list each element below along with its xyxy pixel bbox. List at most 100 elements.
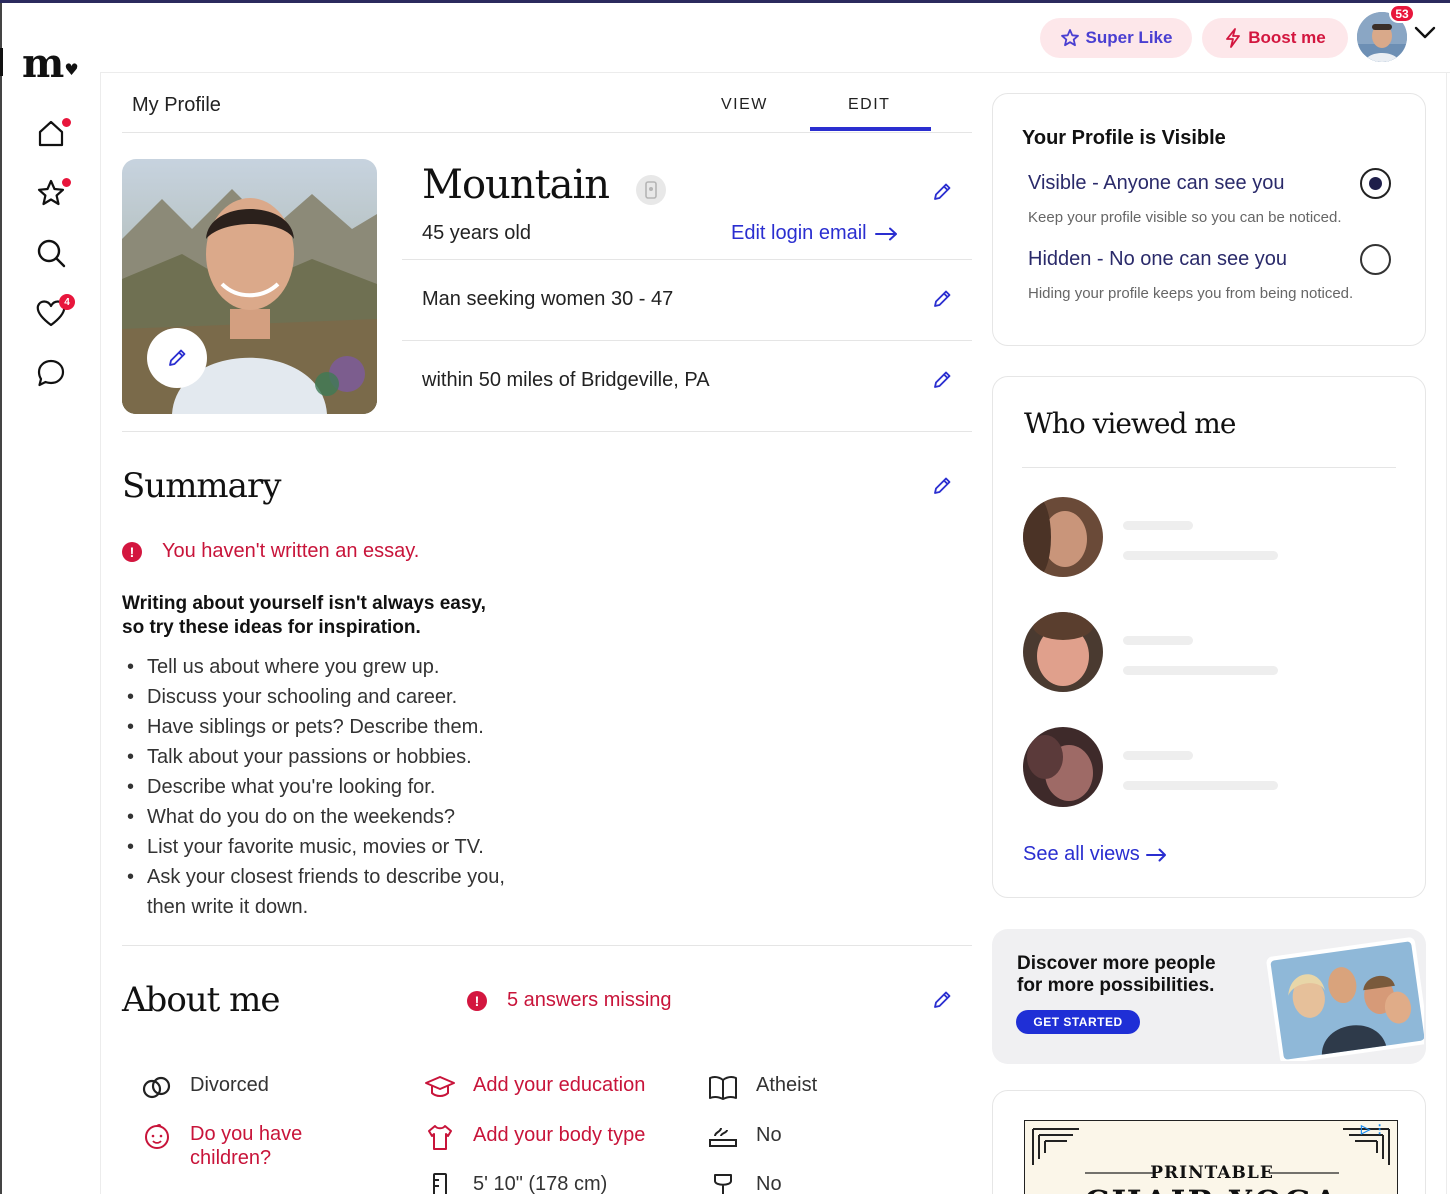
- verify-badge[interactable]: [636, 175, 666, 205]
- who-viewed-title: Who viewed me: [1024, 407, 1236, 440]
- get-started-button[interactable]: GET STARTED: [1016, 1010, 1140, 1034]
- children-prompt-line: Do you have: [190, 1123, 303, 1145]
- about-body-type[interactable]: Add your body type: [423, 1123, 645, 1151]
- tip-item: List your favorite music, movies or TV.: [127, 832, 547, 862]
- viewer-detail-placeholder: [1123, 551, 1278, 560]
- viewer-name-placeholder: [1123, 751, 1193, 760]
- baby-icon: [140, 1122, 174, 1150]
- favorites-notification-dot: [62, 178, 71, 187]
- see-all-views-link[interactable]: See all views: [1023, 843, 1168, 866]
- relationship-status-value: Divorced: [190, 1074, 269, 1096]
- super-like-button[interactable]: Super Like: [1040, 18, 1192, 58]
- section-divider: [122, 431, 972, 432]
- children-prompt-line: children?: [190, 1147, 272, 1169]
- pencil-icon: [934, 290, 951, 307]
- nav-search[interactable]: [34, 236, 68, 270]
- tips-heading-line: Writing about yourself isn't always easy…: [122, 593, 486, 614]
- hidden-radio[interactable]: [1360, 244, 1391, 275]
- pencil-icon: [934, 183, 951, 200]
- tip-item: Describe what you're looking for.: [127, 772, 547, 802]
- search-icon: [37, 239, 66, 268]
- summary-title: Summary: [122, 466, 281, 506]
- ad-choices-icon[interactable]: ▷ ⋮: [1361, 1122, 1386, 1136]
- tip-item-continued: then write it down.: [147, 896, 309, 918]
- photo-edit-button[interactable]: [147, 328, 207, 388]
- site-logo[interactable]: m♥: [22, 40, 79, 87]
- height-value: 5' 10" (178 cm): [473, 1173, 608, 1194]
- boost-label: Boost me: [1248, 28, 1326, 47]
- viewer-avatar[interactable]: [1023, 497, 1103, 577]
- body-type-prompt: Add your body type: [473, 1124, 646, 1146]
- nav-messages[interactable]: [34, 356, 68, 390]
- book-icon: [706, 1073, 740, 1101]
- tip-item: Discuss your schooling and career.: [127, 682, 547, 712]
- edit-name-button[interactable]: [931, 181, 953, 203]
- tips-heading-line: so try these ideas for inspiration.: [122, 617, 421, 638]
- tip-item: Ask your closest friends to describe you…: [127, 862, 547, 892]
- lightning-icon: [1226, 28, 1241, 48]
- about-children[interactable]: Do you have children?: [140, 1122, 302, 1170]
- ad-banner[interactable]: PRINTABLE CHAIR YOGA: [1024, 1120, 1398, 1194]
- who-viewed-divider: [1022, 467, 1396, 468]
- edit-login-email-link[interactable]: Edit login email: [731, 222, 899, 245]
- row-divider: [402, 340, 972, 341]
- logo-letter: m: [22, 40, 64, 87]
- about-religion[interactable]: Atheist: [706, 1073, 817, 1101]
- page-title: My Profile: [132, 94, 221, 116]
- edit-summary-button[interactable]: [931, 475, 953, 497]
- visibility-title: Your Profile is Visible: [1022, 127, 1226, 149]
- about-education[interactable]: Add your education: [423, 1073, 645, 1101]
- blurred-avatar: [1023, 727, 1103, 807]
- about-relationship-status[interactable]: Divorced: [140, 1073, 269, 1101]
- visibility-hidden-label[interactable]: Hidden - No one can see you: [1028, 248, 1287, 271]
- radio-selected-dot: [1369, 177, 1382, 190]
- about-height[interactable]: 5' 10" (178 cm): [423, 1172, 607, 1194]
- logo-heart-icon: ♥: [64, 60, 78, 79]
- tip-item: Talk about your passions or hobbies.: [127, 742, 547, 772]
- tip-item: Tell us about where you grew up.: [127, 652, 547, 682]
- profile-age: 45 years old: [422, 222, 531, 244]
- visible-radio[interactable]: [1360, 168, 1391, 199]
- tab-view[interactable]: VIEW: [721, 96, 768, 114]
- about-smoking[interactable]: No: [706, 1123, 782, 1151]
- window-left-border: [0, 3, 2, 1194]
- nav-favorites[interactable]: [34, 176, 71, 210]
- chevron-down-icon: [1414, 26, 1436, 39]
- window-top-border: [0, 0, 1450, 3]
- viewer-avatar[interactable]: [1023, 727, 1103, 807]
- boost-button[interactable]: Boost me: [1202, 18, 1348, 58]
- rings-icon: [140, 1073, 174, 1101]
- section-divider: [122, 945, 972, 946]
- nav-home[interactable]: [34, 116, 71, 150]
- pencil-icon: [934, 991, 951, 1008]
- ruler-icon: [423, 1172, 457, 1194]
- viewer-name-placeholder: [1123, 521, 1193, 530]
- shirt-icon: [423, 1123, 457, 1151]
- account-menu-toggle[interactable]: [1414, 26, 1436, 45]
- visibility-visible-label[interactable]: Visible - Anyone can see you: [1028, 172, 1284, 195]
- tips-list: Tell us about where you grew up. Discuss…: [127, 652, 547, 922]
- chat-icon: [37, 359, 65, 387]
- wine-glass-icon: [706, 1172, 740, 1194]
- visibility-hidden-description: Hiding your profile keeps you from being…: [1028, 285, 1354, 302]
- tip-item: Have siblings or pets? Describe them.: [127, 712, 547, 742]
- answers-missing-alert[interactable]: 5 answers missing: [507, 989, 672, 1012]
- notification-count-badge: 53: [1389, 4, 1415, 23]
- viewer-name-placeholder: [1123, 636, 1193, 645]
- nav-likes[interactable]: 4: [34, 294, 75, 330]
- visibility-visible-description: Keep your profile visible so you can be …: [1028, 209, 1342, 226]
- phone-verify-icon: [645, 181, 657, 199]
- edit-about-button[interactable]: [931, 989, 953, 1011]
- see-all-views-label: See all views: [1023, 843, 1140, 865]
- viewer-avatar[interactable]: [1023, 612, 1103, 692]
- tab-edit[interactable]: EDIT: [848, 96, 890, 114]
- logo-fragment: [0, 48, 3, 76]
- education-prompt: Add your education: [473, 1074, 646, 1096]
- edit-seeking-button[interactable]: [931, 288, 953, 310]
- ad-ornament: [1032, 1128, 1079, 1165]
- about-drinking[interactable]: No: [706, 1172, 782, 1194]
- edit-location-button[interactable]: [931, 369, 953, 391]
- pencil-icon: [934, 371, 951, 388]
- graduation-cap-icon: [423, 1073, 457, 1101]
- promo-text: Discover more people for more possibilit…: [1017, 953, 1257, 997]
